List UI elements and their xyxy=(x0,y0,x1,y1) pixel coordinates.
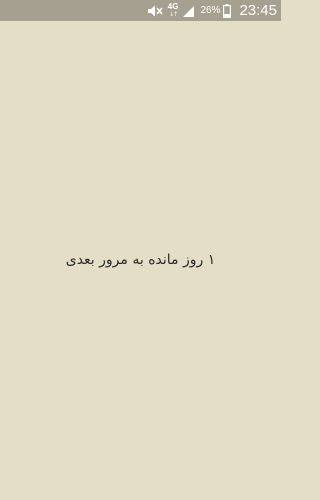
clock: 23:45 xyxy=(239,2,277,19)
battery-icon xyxy=(223,3,232,18)
data-activity-icon: ↓↑ xyxy=(169,11,178,18)
status-bar: 4G ↓↑ 26% 23:45 xyxy=(0,0,281,21)
mute-icon xyxy=(147,4,163,18)
signal-icon xyxy=(182,4,195,18)
network-indicator: 4G ↓↑ xyxy=(168,3,179,18)
battery-percent: 26% xyxy=(200,5,221,16)
network-type: 4G xyxy=(167,2,179,11)
review-countdown-message: ۱ روز مانده به مرور بعدی xyxy=(65,252,216,268)
